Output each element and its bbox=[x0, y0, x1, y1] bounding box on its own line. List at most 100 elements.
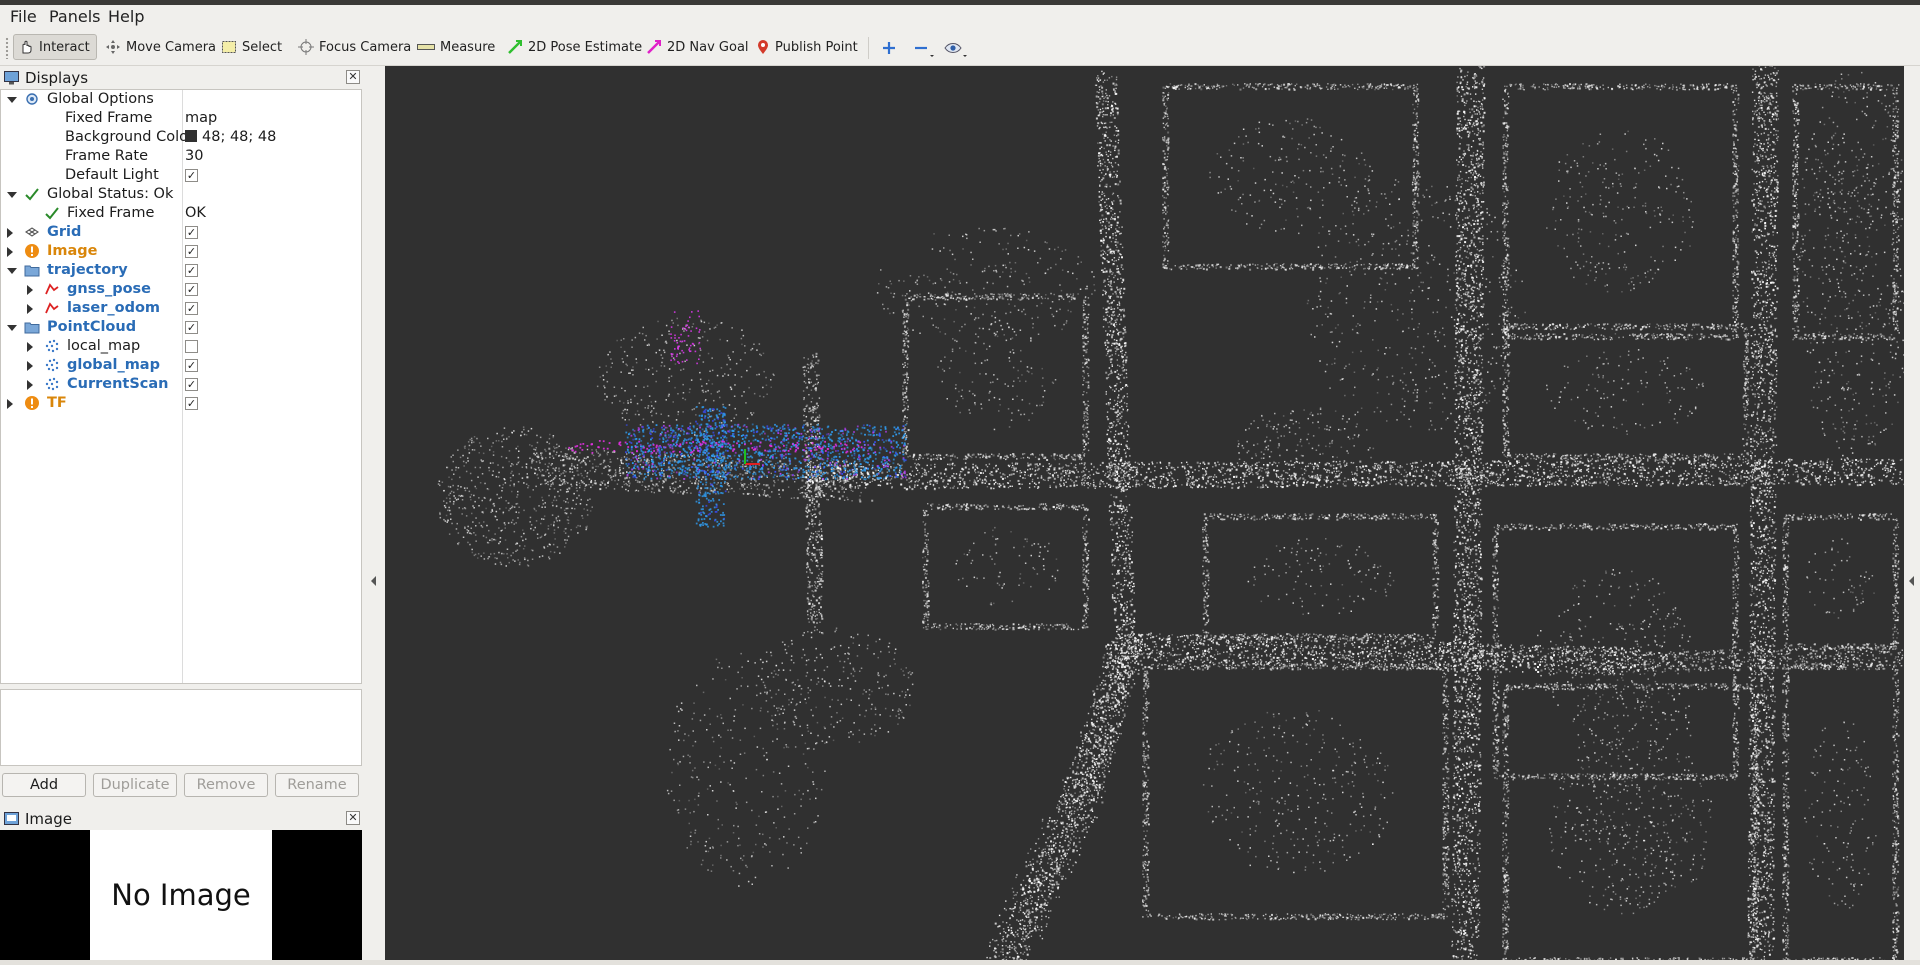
focus-camera-tool-button[interactable]: Focus Camera bbox=[294, 34, 415, 60]
duplicate-display-button[interactable]: Duplicate bbox=[93, 773, 177, 797]
expand-arrow-down-icon[interactable] bbox=[7, 192, 17, 198]
tree-label: trajectory bbox=[47, 261, 128, 280]
menu-help[interactable]: Help bbox=[108, 6, 144, 28]
tree-label: PointCloud bbox=[47, 318, 136, 337]
interact-tool-button[interactable]: Interact bbox=[13, 34, 97, 60]
tree-label: TF bbox=[47, 394, 67, 413]
expand-arrow-right-icon[interactable] bbox=[27, 380, 33, 390]
rename-display-button[interactable]: Rename bbox=[275, 773, 359, 797]
toolbar-separator bbox=[868, 37, 869, 59]
displays-tree[interactable]: Global Options Fixed Frame map Background C… bbox=[0, 89, 362, 684]
expand-arrow-right-icon[interactable] bbox=[7, 228, 13, 238]
ruler-icon bbox=[417, 42, 435, 52]
nav-goal-tool-button[interactable]: 2D Nav Goal bbox=[642, 34, 753, 60]
tree-label: Global Options bbox=[47, 90, 154, 109]
visibility-checkbox[interactable]: ✓ bbox=[185, 226, 198, 239]
expand-arrow-right-icon[interactable] bbox=[7, 247, 13, 257]
3d-viewport[interactable] bbox=[385, 66, 1904, 960]
tree-label: laser_odom bbox=[67, 299, 160, 318]
tree-row-trajectory[interactable]: trajectory ✓ bbox=[1, 261, 361, 280]
tree-value[interactable]: OK bbox=[185, 204, 206, 223]
expand-arrow-right-icon[interactable] bbox=[27, 361, 33, 371]
point-cloud-map bbox=[385, 66, 1904, 960]
publish-point-tool-button[interactable]: Publish Point bbox=[752, 34, 862, 60]
tree-row-local-map[interactable]: local_map bbox=[1, 337, 361, 356]
menu-panels[interactable]: Panels bbox=[49, 6, 101, 28]
tree-row-global-status-ok[interactable]: Global Status: Ok bbox=[1, 185, 361, 204]
displays-close-button[interactable]: ✕ bbox=[346, 70, 360, 84]
tree-row-image[interactable]: Image ✓ bbox=[1, 242, 361, 261]
tree-row-currentscan[interactable]: CurrentScan ✓ bbox=[1, 375, 361, 394]
remove-display-button[interactable]: Remove bbox=[184, 773, 268, 797]
expand-arrow-right-icon[interactable] bbox=[27, 304, 33, 314]
collapse-left-arrow-icon[interactable] bbox=[371, 576, 376, 586]
tree-row-fixed-frame[interactable]: Fixed Frame OK bbox=[1, 204, 361, 223]
tree-row-background-color[interactable]: Background Color 48; 48; 48 bbox=[1, 128, 361, 147]
move-camera-icon bbox=[105, 39, 121, 55]
expand-arrow-down-icon[interactable] bbox=[7, 325, 17, 331]
visibility-checkbox[interactable]: ✓ bbox=[185, 264, 198, 277]
tree-label: local_map bbox=[67, 337, 140, 356]
tree-row-frame-rate[interactable]: Frame Rate 30 bbox=[1, 147, 361, 166]
folder-icon bbox=[24, 319, 40, 335]
visibility-checkbox[interactable] bbox=[185, 340, 198, 353]
tree-value-text: map bbox=[185, 110, 217, 126]
visibility-checkbox[interactable]: ✓ bbox=[185, 378, 198, 391]
move-camera-label: Move Camera bbox=[126, 40, 216, 55]
menu-bar: File Panels Help bbox=[0, 5, 1920, 30]
measure-tool-button[interactable]: Measure bbox=[413, 34, 499, 60]
gear-icon bbox=[24, 91, 40, 107]
tree-value[interactable]: 30 bbox=[185, 147, 203, 166]
expand-arrow-right-icon[interactable] bbox=[27, 285, 33, 295]
expand-arrow-right-icon[interactable] bbox=[7, 399, 13, 409]
tree-row-grid[interactable]: Grid ✓ bbox=[1, 223, 361, 242]
tree-row-fixed-frame[interactable]: Fixed Frame map bbox=[1, 109, 361, 128]
toolbar-grip[interactable] bbox=[5, 37, 9, 59]
tree-label: Fixed Frame bbox=[65, 109, 152, 128]
tree-label: global_map bbox=[67, 356, 160, 375]
visibility-checkbox[interactable]: ✓ bbox=[185, 397, 198, 410]
visibility-checkbox[interactable]: ✓ bbox=[185, 245, 198, 258]
expand-right-arrow-icon[interactable] bbox=[1909, 576, 1914, 586]
visibility-checkbox[interactable]: ✓ bbox=[185, 169, 198, 182]
tree-row-global-options[interactable]: Global Options bbox=[1, 90, 361, 109]
expand-arrow-down-icon[interactable] bbox=[7, 97, 17, 103]
tree-row-tf[interactable]: TF ✓ bbox=[1, 394, 361, 413]
expand-arrow-down-icon[interactable] bbox=[7, 268, 17, 274]
expand-arrow-right-icon[interactable] bbox=[27, 342, 33, 352]
add-display-button[interactable]: Add bbox=[2, 773, 86, 797]
focus-camera-icon bbox=[298, 39, 314, 55]
image-panel-close-button[interactable]: ✕ bbox=[346, 811, 360, 825]
visibility-checkbox[interactable]: ✓ bbox=[185, 302, 198, 315]
tree-row-global-map[interactable]: global_map ✓ bbox=[1, 356, 361, 375]
eye-view-icon bbox=[942, 36, 968, 60]
tree-value[interactable]: 48; 48; 48 bbox=[185, 128, 276, 147]
left-splitter[interactable] bbox=[370, 66, 378, 960]
tree-row-laser-odom[interactable]: laser_odom ✓ bbox=[1, 299, 361, 318]
pose-estimate-tool-button[interactable]: 2D Pose Estimate bbox=[503, 34, 646, 60]
add-tool-button[interactable] bbox=[876, 36, 902, 60]
tree-label: Background Color bbox=[65, 128, 194, 147]
remove-tool-button[interactable] bbox=[909, 36, 935, 60]
select-label: Select bbox=[242, 40, 282, 55]
visibility-checkbox[interactable]: ✓ bbox=[185, 283, 198, 296]
visibility-checkbox[interactable]: ✓ bbox=[185, 359, 198, 372]
select-tool-button[interactable]: Select bbox=[217, 34, 286, 60]
tree-value[interactable]: map bbox=[185, 109, 217, 128]
tree-label: Frame Rate bbox=[65, 147, 148, 166]
nav-goal-label: 2D Nav Goal bbox=[667, 40, 749, 55]
view-options-button[interactable] bbox=[942, 36, 968, 60]
tree-row-default-light[interactable]: Default Light ✓ bbox=[1, 166, 361, 185]
move-camera-tool-button[interactable]: Move Camera bbox=[101, 34, 220, 60]
warning-icon bbox=[24, 395, 40, 411]
visibility-checkbox[interactable]: ✓ bbox=[185, 321, 198, 334]
tree-row-gnss-pose[interactable]: gnss_pose ✓ bbox=[1, 280, 361, 299]
right-splitter[interactable] bbox=[1907, 66, 1915, 960]
menu-file[interactable]: File bbox=[10, 6, 37, 28]
tree-label: Image bbox=[47, 242, 98, 261]
tree-row-pointcloud[interactable]: PointCloud ✓ bbox=[1, 318, 361, 337]
map-pin-icon bbox=[756, 39, 770, 55]
tree-label: gnss_pose bbox=[67, 280, 151, 299]
tree-label: Grid bbox=[47, 223, 81, 242]
color-swatch[interactable] bbox=[185, 130, 197, 142]
